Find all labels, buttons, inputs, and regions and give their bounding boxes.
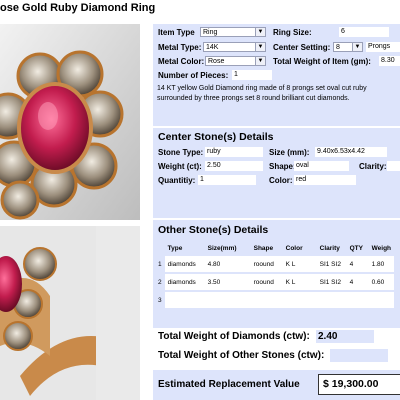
total-other-stones-label: Total Weight of Other Stones (ctw):: [158, 350, 325, 361]
ring-photo-top: [0, 24, 140, 220]
row-number: 3: [158, 296, 162, 304]
total-diamonds-label: Total Weight of Diamonds (ctw):: [158, 331, 310, 342]
type-cell[interactable]: [164, 291, 205, 310]
weight-cell[interactable]: 0.60: [368, 273, 395, 292]
center-setting-select[interactable]: 8 ▼: [333, 42, 363, 52]
dropdown-arrow-icon: ▼: [255, 43, 265, 51]
total-other-stones-field[interactable]: [330, 349, 388, 362]
shape-cell[interactable]: [250, 291, 283, 310]
row-number-header: [155, 240, 165, 256]
weight-cell[interactable]: 1.80: [368, 256, 395, 274]
page-title: ose Gold Ruby Diamond Ring: [0, 2, 156, 14]
size-cell[interactable]: 4.80: [204, 256, 251, 274]
ring-photo-side: [0, 226, 140, 400]
center-setting-value: 8: [336, 44, 340, 51]
stone-type-field[interactable]: ruby: [205, 147, 263, 157]
other-stones-panel: Other Stone(s) Details Type Size(mm) Sha…: [153, 220, 400, 328]
qty-cell[interactable]: 4: [346, 273, 369, 292]
qty-cell[interactable]: [346, 291, 369, 310]
size-mm-label: Size (mm):: [269, 148, 310, 157]
ring-size-field[interactable]: 6: [339, 27, 389, 37]
center-setting-label: Center Setting:: [273, 43, 331, 52]
clarity-cell[interactable]: SI1 SI2: [316, 273, 347, 292]
table-header-row: Type Size(mm) Shape Color Clarity QTY We…: [155, 240, 394, 256]
clarity-cell[interactable]: [316, 291, 347, 310]
item-details-panel: Item Type Ring ▼ Ring Size: 6 Metal Type…: [153, 24, 400, 126]
column-header: Weigh: [371, 244, 392, 252]
color-cell[interactable]: K L: [282, 273, 317, 292]
qty-cell[interactable]: 4: [346, 256, 369, 274]
dropdown-arrow-icon: ▼: [255, 57, 265, 65]
row-number: 1: [158, 261, 162, 268]
total-weight-item-field[interactable]: 8.30: [379, 56, 400, 66]
weight-cell[interactable]: [368, 291, 395, 310]
shape-field[interactable]: oval: [294, 161, 349, 171]
metal-type-label: Metal Type:: [158, 43, 202, 52]
other-stones-heading: Other Stone(s) Details: [158, 224, 269, 236]
size-mm-field[interactable]: 9.40x6.53x4.42: [315, 147, 387, 157]
column-header: QTY: [349, 244, 363, 252]
table-row: 1 diamonds 4.80 roound K L SI1 SI2 4 1.8…: [155, 256, 395, 274]
column-header: Type: [167, 244, 183, 252]
center-stone-heading: Center Stone(s) Details: [158, 131, 274, 143]
clarity-label: Clarity:: [359, 162, 387, 171]
pieces-label: Number of Pieces:: [158, 71, 229, 80]
metal-color-label: Metal Color:: [158, 57, 205, 66]
stone-type-label: Stone Type:: [158, 148, 204, 157]
clarity-cell[interactable]: SI1 SI2: [316, 256, 347, 274]
metal-color-value: Rose: [208, 58, 225, 65]
column-header: Size(mm): [207, 244, 237, 252]
total-weight-item-label: Total Weight of Item (gm):: [273, 57, 371, 66]
color-cell[interactable]: K L: [282, 256, 317, 274]
size-cell[interactable]: 3.50: [204, 273, 251, 292]
pieces-field[interactable]: 1: [232, 70, 272, 80]
total-diamonds-field[interactable]: 2.40: [316, 330, 374, 343]
type-cell[interactable]: diamonds: [164, 273, 205, 292]
metal-color-select[interactable]: Rose ▼: [205, 56, 266, 66]
prongs-field[interactable]: Prongs: [366, 42, 400, 52]
replacement-value-panel: Estimated Replacement Value $ 19,300.00: [153, 370, 400, 400]
color-label: Color:: [269, 176, 293, 185]
item-type-select[interactable]: Ring ▼: [200, 27, 266, 37]
row-number: 2: [158, 278, 162, 286]
quantity-field[interactable]: 1: [198, 175, 256, 185]
shape-cell[interactable]: roound: [250, 256, 283, 274]
quantity-label: Quantitiy:: [158, 176, 196, 185]
shape-label: Shape:: [269, 162, 296, 171]
color-field[interactable]: red: [294, 175, 356, 185]
dropdown-arrow-icon: ▼: [255, 28, 265, 36]
type-cell[interactable]: diamonds: [164, 256, 205, 274]
other-stones-table: Type Size(mm) Shape Color Clarity QTY We…: [155, 240, 395, 310]
size-cell[interactable]: [204, 291, 251, 310]
metal-type-select[interactable]: 14K ▼: [203, 42, 266, 52]
item-type-label: Item Type: [158, 28, 195, 37]
metal-type-value: 14K: [206, 44, 219, 51]
item-description: 14 KT yellow Gold Diamond ring made of 8…: [157, 85, 367, 102]
column-header: Color: [285, 244, 303, 252]
table-row: 3: [155, 291, 395, 310]
column-header: Clarity: [319, 244, 340, 252]
center-stone-panel: Center Stone(s) Details Stone Type: ruby…: [153, 128, 400, 218]
clarity-field[interactable]: [387, 161, 400, 171]
item-type-value: Ring: [203, 29, 218, 36]
table-row: 2 diamonds 3.50 roound K L SI1 SI2 4 0.6…: [155, 273, 395, 292]
column-header: Shape: [253, 244, 274, 252]
weight-ct-field[interactable]: 2.50: [205, 161, 263, 171]
shape-cell[interactable]: roound: [250, 273, 283, 292]
replacement-value-field[interactable]: $ 19,300.00: [318, 374, 400, 395]
ring-size-label: Ring Size:: [273, 28, 312, 37]
replacement-value-label: Estimated Replacement Value: [158, 379, 300, 390]
dropdown-arrow-icon: ▼: [352, 43, 362, 51]
weight-ct-label: Weight (ct):: [158, 162, 202, 171]
color-cell[interactable]: [282, 291, 317, 310]
